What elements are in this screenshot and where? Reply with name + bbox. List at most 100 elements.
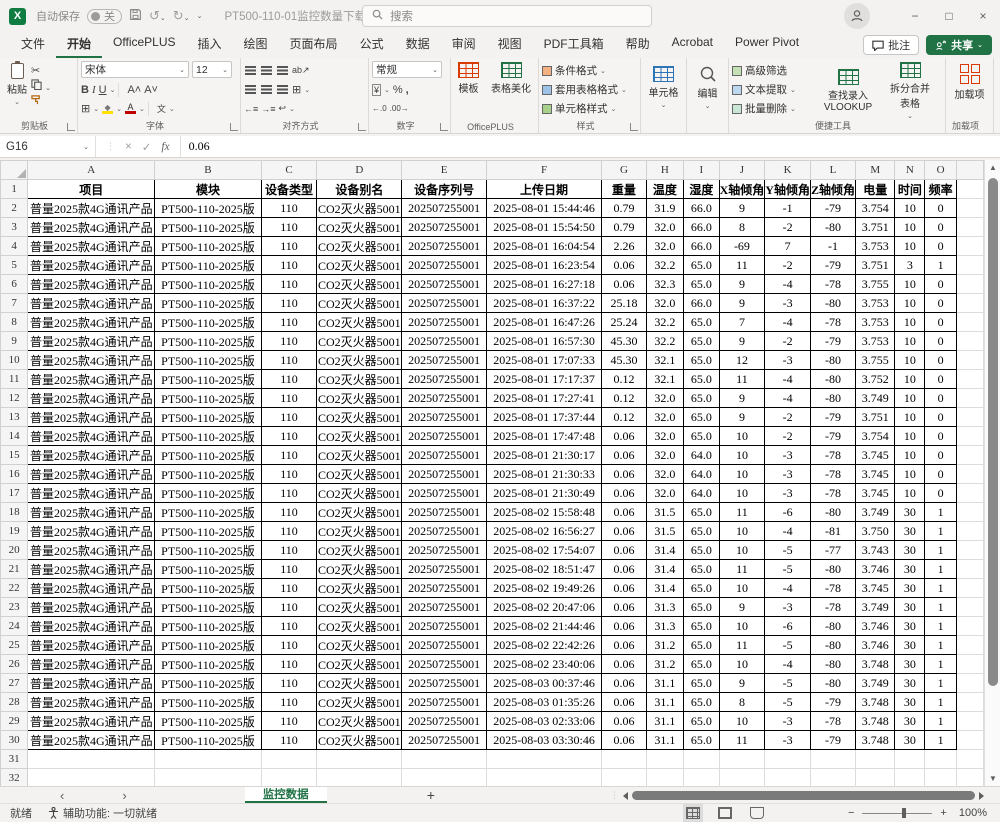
- cell-N2[interactable]: 10: [895, 199, 925, 218]
- cell-F31[interactable]: [486, 750, 601, 769]
- cell-H32[interactable]: [646, 769, 683, 787]
- cell-A20[interactable]: 普量2025款4G通讯产品: [28, 541, 155, 560]
- cell-B19[interactable]: PT500-110-2025版: [155, 522, 261, 541]
- cell-J29[interactable]: 10: [719, 712, 765, 731]
- cell-K17[interactable]: -3: [765, 484, 811, 503]
- cell-O27[interactable]: 1: [925, 674, 957, 693]
- cell-K28[interactable]: -5: [765, 693, 811, 712]
- cell-H11[interactable]: 32.1: [646, 370, 683, 389]
- cell-I5[interactable]: 65.0: [684, 256, 720, 275]
- cell-J16[interactable]: 10: [719, 465, 765, 484]
- zoom-out-icon[interactable]: −: [848, 807, 854, 819]
- cell-B28[interactable]: PT500-110-2025版: [155, 693, 261, 712]
- cell-G29[interactable]: 0.06: [602, 712, 646, 731]
- menu-tab-帮助[interactable]: 帮助: [615, 31, 661, 58]
- row-header-4[interactable]: 4: [1, 237, 28, 256]
- cell-I24[interactable]: 65.0: [684, 617, 720, 636]
- cell-G25[interactable]: 0.06: [602, 636, 646, 655]
- row-header-28[interactable]: 28: [1, 693, 28, 712]
- cell-I23[interactable]: 65.0: [684, 598, 720, 617]
- cell-F24[interactable]: 2025-08-02 21:44:46: [486, 617, 601, 636]
- cell-H9[interactable]: 32.2: [646, 332, 683, 351]
- cell-N16[interactable]: 10: [895, 465, 925, 484]
- cell-E21[interactable]: 202507255001: [402, 560, 487, 579]
- cell-E20[interactable]: 202507255001: [402, 541, 487, 560]
- cell-E18[interactable]: 202507255001: [402, 503, 487, 522]
- cell-M24[interactable]: 3.746: [855, 617, 895, 636]
- cell-L20[interactable]: -77: [810, 541, 855, 560]
- cell-C3[interactable]: 110: [261, 218, 317, 237]
- row-header-10[interactable]: 10: [1, 351, 28, 370]
- cut-icon[interactable]: ✂: [31, 64, 51, 77]
- cell-E6[interactable]: 202507255001: [402, 275, 487, 294]
- cell-O30[interactable]: 1: [925, 731, 957, 750]
- cell-N10[interactable]: 10: [895, 351, 925, 370]
- cell-K16[interactable]: -3: [765, 465, 811, 484]
- cell-A4[interactable]: 普量2025款4G通讯产品: [28, 237, 155, 256]
- cell-G11[interactable]: 0.12: [602, 370, 646, 389]
- column-header-I[interactable]: I: [684, 161, 720, 180]
- cell-C27[interactable]: 110: [261, 674, 317, 693]
- cell-J4[interactable]: -69: [719, 237, 765, 256]
- cell-A8[interactable]: 普量2025款4G通讯产品: [28, 313, 155, 332]
- cell-B7[interactable]: PT500-110-2025版: [155, 294, 261, 313]
- comma-icon[interactable]: ,: [406, 84, 409, 96]
- cell-K3[interactable]: -2: [765, 218, 811, 237]
- cell-F10[interactable]: 2025-08-01 17:07:33: [486, 351, 601, 370]
- cell-K11[interactable]: -4: [765, 370, 811, 389]
- cell-O29[interactable]: 1: [925, 712, 957, 731]
- cell-J28[interactable]: 8: [719, 693, 765, 712]
- menu-tab-数据[interactable]: 数据: [395, 31, 441, 58]
- cell-A14[interactable]: 普量2025款4G通讯产品: [28, 427, 155, 446]
- menu-tab-视图[interactable]: 视图: [487, 31, 533, 58]
- cell-I8[interactable]: 65.0: [684, 313, 720, 332]
- cell-B14[interactable]: PT500-110-2025版: [155, 427, 261, 446]
- cell-I10[interactable]: 65.0: [684, 351, 720, 370]
- cell-C20[interactable]: 110: [261, 541, 317, 560]
- cell-O15[interactable]: 0: [925, 446, 957, 465]
- cell-M23[interactable]: 3.749: [855, 598, 895, 617]
- insert-function-icon[interactable]: fx: [161, 141, 169, 153]
- cell-I6[interactable]: 65.0: [684, 275, 720, 294]
- cell-C11[interactable]: 110: [261, 370, 317, 389]
- hscroll-splitter[interactable]: ⋮: [610, 790, 619, 801]
- text-extract-button[interactable]: 文本提取⌄: [732, 80, 816, 99]
- cell-N32[interactable]: [895, 769, 925, 787]
- cell-B8[interactable]: PT500-110-2025版: [155, 313, 261, 332]
- cell-L31[interactable]: [810, 750, 855, 769]
- cell-D16[interactable]: CO2灭火器5001: [317, 465, 402, 484]
- cell-C10[interactable]: 110: [261, 351, 317, 370]
- column-header-J[interactable]: J: [719, 161, 765, 180]
- cell-L13[interactable]: -79: [810, 408, 855, 427]
- italic-button[interactable]: I: [92, 84, 96, 96]
- cell-J7[interactable]: 9: [719, 294, 765, 313]
- cell-F21[interactable]: 2025-08-02 18:51:47: [486, 560, 601, 579]
- cell-E14[interactable]: 202507255001: [402, 427, 487, 446]
- cell-C21[interactable]: 110: [261, 560, 317, 579]
- cell-H30[interactable]: 31.1: [646, 731, 683, 750]
- cell-D31[interactable]: [317, 750, 402, 769]
- cell-I7[interactable]: 66.0: [684, 294, 720, 313]
- cell-E19[interactable]: 202507255001: [402, 522, 487, 541]
- cell-L11[interactable]: -80: [810, 370, 855, 389]
- cell-L25[interactable]: -80: [810, 636, 855, 655]
- cell-E17[interactable]: 202507255001: [402, 484, 487, 503]
- cell-D13[interactable]: CO2灭火器5001: [317, 408, 402, 427]
- cell-B22[interactable]: PT500-110-2025版: [155, 579, 261, 598]
- cell-N23[interactable]: 30: [895, 598, 925, 617]
- row-header-21[interactable]: 21: [1, 560, 28, 579]
- cell-C32[interactable]: [261, 769, 317, 787]
- cell-L23[interactable]: -78: [810, 598, 855, 617]
- cell-B20[interactable]: PT500-110-2025版: [155, 541, 261, 560]
- cell-A15[interactable]: 普量2025款4G通讯产品: [28, 446, 155, 465]
- cell-A12[interactable]: 普量2025款4G通讯产品: [28, 389, 155, 408]
- cell-I29[interactable]: 65.0: [684, 712, 720, 731]
- cell-E4[interactable]: 202507255001: [402, 237, 487, 256]
- page-layout-view-button[interactable]: [718, 807, 732, 819]
- cell-M29[interactable]: 3.748: [855, 712, 895, 731]
- scroll-left-icon[interactable]: [623, 792, 628, 800]
- borders-icon[interactable]: ⊞: [81, 102, 90, 115]
- cell-H15[interactable]: 32.0: [646, 446, 683, 465]
- search-input[interactable]: 搜索: [362, 5, 652, 27]
- cell-N26[interactable]: 30: [895, 655, 925, 674]
